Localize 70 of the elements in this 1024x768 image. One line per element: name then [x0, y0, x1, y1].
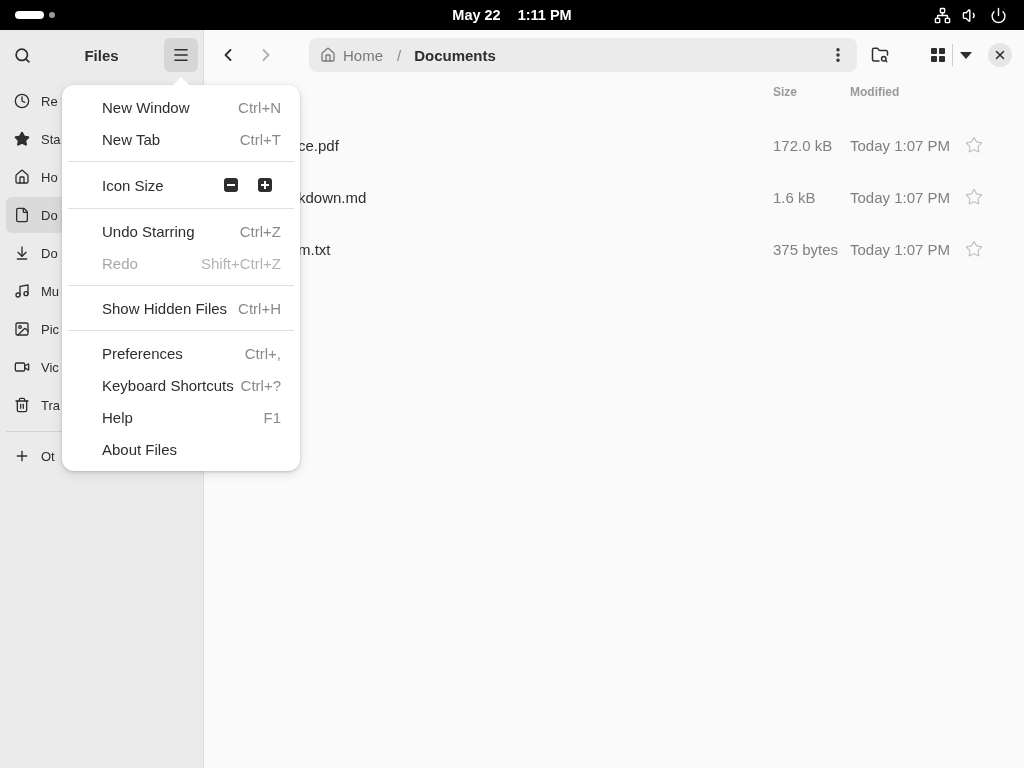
close-button[interactable] [988, 43, 1012, 67]
zoom-in-button[interactable] [257, 177, 273, 193]
icon-size-row: Icon Size [68, 168, 294, 202]
home-icon [320, 47, 336, 63]
menu-button[interactable] [164, 38, 198, 72]
menu-item[interactable]: New Tab Ctrl+T [68, 123, 294, 155]
folder-search-icon [871, 46, 889, 64]
video-camera-icon [14, 359, 30, 375]
clock-icon [14, 93, 30, 109]
shortcut-text: Ctrl+H [238, 299, 281, 317]
document-icon [14, 207, 30, 223]
file-modified: Today 1:07 PM [850, 188, 952, 206]
download-icon [14, 245, 30, 261]
sidebar-item[interactable]: Mu [6, 273, 62, 309]
file-size: 375 bytes [773, 240, 840, 258]
image-icon [14, 321, 30, 337]
file-name: ce.pdf [298, 136, 340, 154]
menu-item[interactable]: Undo Starring Ctrl+Z [68, 215, 294, 247]
search-icon [13, 46, 31, 64]
trash-icon [14, 397, 30, 413]
menu-item[interactable]: About Files [68, 433, 294, 465]
file-modified: Today 1:07 PM [850, 136, 952, 154]
workspace-pill-icon[interactable] [15, 11, 44, 19]
path-separator: / [397, 46, 402, 64]
menu-item[interactable]: Help F1 [68, 401, 294, 433]
path-segment[interactable]: Documents [414, 46, 496, 64]
music-note-icon [14, 283, 30, 299]
shortcut-text: Ctrl+, [244, 344, 281, 362]
star-icon[interactable] [965, 136, 983, 154]
network-icon[interactable] [934, 6, 951, 24]
menu-icon [172, 46, 190, 64]
plus-icon [258, 178, 272, 192]
path-segment[interactable]: Home [320, 46, 383, 64]
shortcut-text: Shift+Ctrl+Z [200, 254, 281, 272]
home-icon [14, 169, 30, 185]
shortcut-text: Ctrl+T [239, 130, 281, 148]
star-icon [14, 131, 30, 147]
sidebar-item[interactable]: Do [6, 197, 62, 233]
sidebar-title: Files [84, 46, 119, 64]
star-icon[interactable] [965, 188, 983, 206]
time-text[interactable]: 1:11 PM [517, 7, 572, 23]
file-size: 1.6 kB [773, 188, 817, 206]
shortcut-text: F1 [263, 408, 281, 426]
star-icon[interactable] [965, 240, 983, 258]
menu-item[interactable]: Keyboard Shortcuts Ctrl+? [68, 369, 294, 401]
date-text[interactable]: May 22 [452, 7, 501, 23]
shortcut-text: Ctrl+N [238, 98, 281, 116]
shortcut-text: Ctrl+Z [239, 222, 281, 240]
power-icon[interactable] [990, 6, 1007, 24]
workspace-dot-icon[interactable] [49, 12, 55, 18]
menu-item[interactable]: New Window Ctrl+N [68, 91, 294, 123]
sidebar-item[interactable]: Re [6, 83, 62, 119]
menu-item[interactable]: Show Hidden Files Ctrl+H [68, 292, 294, 324]
sidebar-item[interactable]: Pic [6, 311, 62, 347]
shortcut-text: Ctrl+? [240, 376, 281, 394]
sidebar-item[interactable]: Ot [6, 438, 62, 474]
zoom-out-button[interactable] [223, 177, 239, 193]
plus-icon [14, 448, 30, 464]
caret-down-icon [960, 51, 972, 59]
sidebar-item[interactable]: Do [6, 235, 62, 271]
grid-icon [931, 48, 945, 62]
file-size: 172.0 kB [773, 136, 834, 154]
close-icon [993, 48, 1007, 62]
sidebar-item[interactable]: Ho [6, 159, 62, 195]
sidebar-item[interactable]: Sta [6, 121, 62, 157]
sidebar-item[interactable]: Vic [6, 349, 62, 385]
sidebar-item[interactable]: Tra [6, 387, 62, 423]
minus-icon [224, 178, 238, 192]
file-modified: Today 1:07 PM [850, 240, 952, 258]
menu-item[interactable]: Preferences Ctrl+, [68, 337, 294, 369]
